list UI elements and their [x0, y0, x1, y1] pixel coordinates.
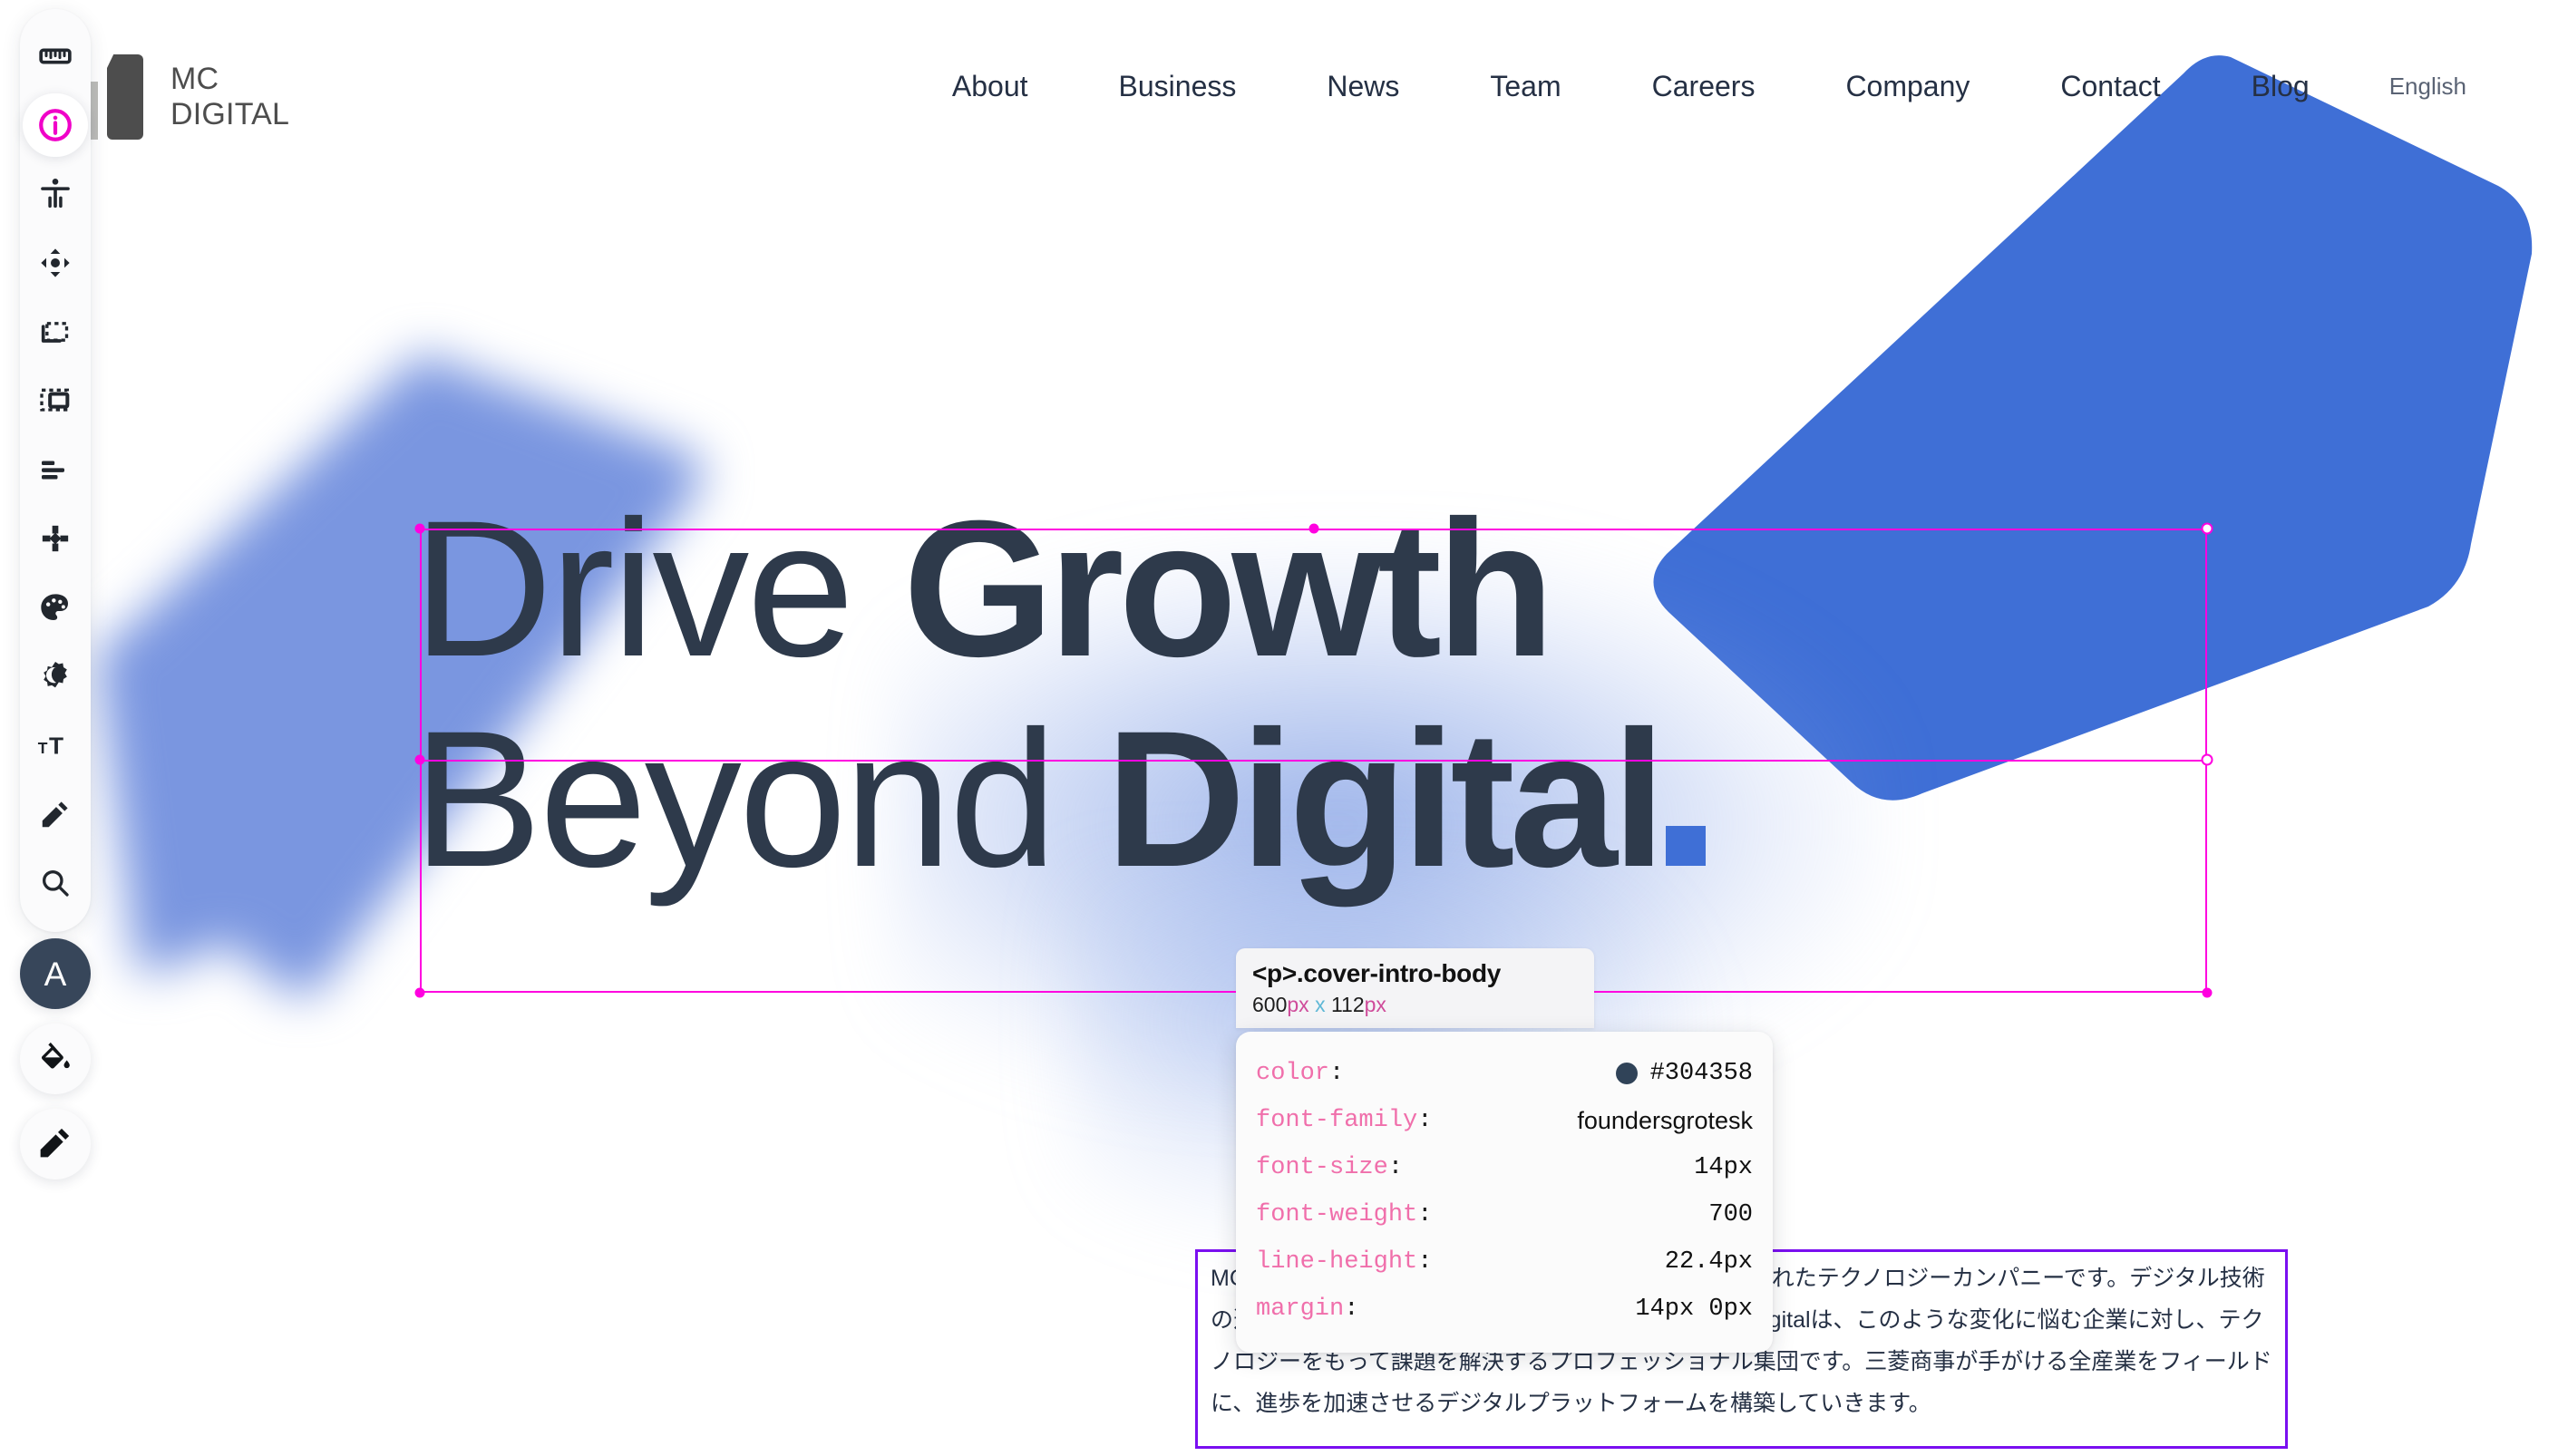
align-left-icon: [37, 451, 73, 488]
property-row-line-height: line-height: 22.4px: [1256, 1238, 1753, 1286]
property-key-font-weight: font-weight: [1256, 1201, 1418, 1228]
paint-bucket-icon: [37, 1039, 73, 1080]
dark-mode-icon-button[interactable]: [20, 642, 91, 711]
property-key-font-family: font-family: [1256, 1107, 1418, 1134]
left-tool-palette: T T: [20, 9, 91, 932]
selection-handle-top-center[interactable]: [1308, 523, 1318, 534]
inspector-width-unit: px: [1287, 993, 1309, 1016]
inspector-selector: <p>.cover-intro-body: [1252, 959, 1502, 987]
search-icon: [38, 866, 73, 900]
move-icon-button[interactable]: [20, 228, 91, 297]
inspector-times: x: [1315, 993, 1326, 1016]
dark-mode-icon: [37, 658, 73, 694]
nav-item-business[interactable]: Business: [1119, 61, 1237, 112]
selection-handle-mid-left[interactable]: [414, 754, 425, 765]
paint-bucket-tool-button[interactable]: [20, 1024, 91, 1094]
property-colon: :: [1417, 1201, 1433, 1228]
info-circle-icon-button[interactable]: [20, 91, 91, 160]
selection-handle-bottom-left[interactable]: [414, 987, 425, 998]
property-row-margin: margin: 14px 0px: [1256, 1286, 1753, 1333]
site-logo[interactable]: MC DIGITAL: [67, 54, 289, 140]
svg-text:T: T: [38, 739, 48, 757]
property-value-font-size: 14px: [1694, 1154, 1753, 1181]
font-size-icon-button[interactable]: T T: [20, 711, 91, 780]
edit-pencil-tool-button[interactable]: [20, 1109, 91, 1179]
property-colon: :: [1329, 1060, 1345, 1087]
font-size-icon: T T: [36, 726, 74, 764]
nav-item-careers[interactable]: Careers: [1652, 61, 1756, 112]
selection-copy-icon-button[interactable]: [20, 297, 91, 366]
move-icon: [37, 245, 73, 281]
accessibility-icon: [37, 176, 73, 212]
edit-pencil-icon: [37, 1124, 73, 1165]
search-icon-button[interactable]: [20, 849, 91, 917]
property-colon: :: [1387, 1154, 1404, 1181]
selection-handle-mid-right[interactable]: [2201, 753, 2213, 766]
inspector-header: <p>.cover-intro-body 600px x 112px: [1236, 948, 1594, 1028]
property-row-font-size: font-size: 14px: [1256, 1144, 1753, 1191]
svg-text:T: T: [49, 733, 63, 760]
selection-handle-top-left[interactable]: [414, 523, 425, 534]
nav-item-news[interactable]: News: [1327, 61, 1399, 112]
frame-icon: [37, 383, 73, 419]
logo-line-1: MC: [170, 61, 219, 96]
ruler-icon: [37, 38, 73, 74]
inspector-dimensions: 600px x 112px: [1252, 993, 1578, 1017]
property-value-line-height: 22.4px: [1664, 1248, 1753, 1276]
inspector-properties: color: #304358 font-family: foundersgrot…: [1236, 1032, 1773, 1353]
nav-item-team[interactable]: Team: [1490, 61, 1561, 112]
property-row-font-weight: font-weight: 700: [1256, 1191, 1753, 1238]
inspector-height: 112: [1330, 993, 1365, 1016]
nav-item-company[interactable]: Company: [1845, 61, 1970, 112]
pencil-icon-button[interactable]: [20, 780, 91, 849]
nav-item-contact[interactable]: Contact: [2060, 61, 2160, 112]
nav-item-about[interactable]: About: [952, 61, 1028, 112]
typography-a-icon: A: [44, 955, 67, 993]
nav-item-blog[interactable]: Blog: [2252, 61, 2310, 112]
pencil-icon: [38, 797, 73, 831]
site-header: MC DIGITAL About Business News Team Care…: [0, 0, 2568, 172]
language-selector[interactable]: English: [2389, 63, 2466, 110]
logo-line-2: DIGITAL: [170, 97, 290, 131]
info-circle-icon: [35, 105, 75, 145]
selection-handle-bottom-right[interactable]: [2202, 987, 2213, 998]
mc-digital-logo-mark-icon: [67, 54, 143, 140]
property-value-font-family: foundersgrotesk: [1577, 1107, 1753, 1134]
property-value-color: #304358: [1615, 1050, 1753, 1097]
main-navigation: About Business News Team Careers Company…: [952, 0, 2568, 172]
property-row-color: color: #304358: [1256, 1050, 1753, 1097]
round-tool-buttons: A: [20, 938, 91, 1179]
inspector-height-unit: px: [1364, 993, 1386, 1016]
accessibility-icon-button[interactable]: [20, 160, 91, 228]
property-colon: :: [1417, 1248, 1433, 1276]
frame-icon-button[interactable]: [20, 366, 91, 435]
typography-tool-button[interactable]: A: [20, 938, 91, 1009]
inspector-width: 600: [1252, 993, 1288, 1016]
selection-midline: [420, 760, 2207, 762]
palette-icon-button[interactable]: [20, 573, 91, 642]
hero-selection-overlay: [414, 522, 2213, 998]
property-key-line-height: line-height: [1256, 1248, 1418, 1276]
property-value-font-weight: 700: [1708, 1201, 1753, 1228]
property-value-color-text: #304358: [1649, 1060, 1753, 1087]
logo-wordmark: MC DIGITAL: [170, 62, 289, 133]
selection-copy-icon: [37, 314, 73, 350]
property-key-margin: margin: [1256, 1296, 1345, 1323]
align-left-icon-button[interactable]: [20, 435, 91, 504]
property-row-font-family: font-family: foundersgrotesk: [1256, 1097, 1753, 1144]
property-colon: :: [1344, 1296, 1359, 1323]
property-value-margin: 14px 0px: [1635, 1296, 1753, 1323]
color-swatch-icon: [1615, 1063, 1638, 1084]
distribute-icon-button[interactable]: [20, 504, 91, 573]
devtools-inspector-tooltip: <p>.cover-intro-body 600px x 112px color…: [1236, 948, 1780, 1353]
property-key-color: color: [1256, 1060, 1330, 1087]
property-key-font-size: font-size: [1256, 1154, 1388, 1181]
distribute-icon: [37, 520, 73, 557]
palette-icon: [37, 589, 73, 626]
property-colon: :: [1417, 1107, 1433, 1134]
page-root: Drive Growth Beyond Digital MC Digitalは、…: [0, 0, 2568, 1456]
ruler-icon-button[interactable]: [20, 22, 91, 91]
selection-handle-top-right[interactable]: [2201, 522, 2213, 535]
